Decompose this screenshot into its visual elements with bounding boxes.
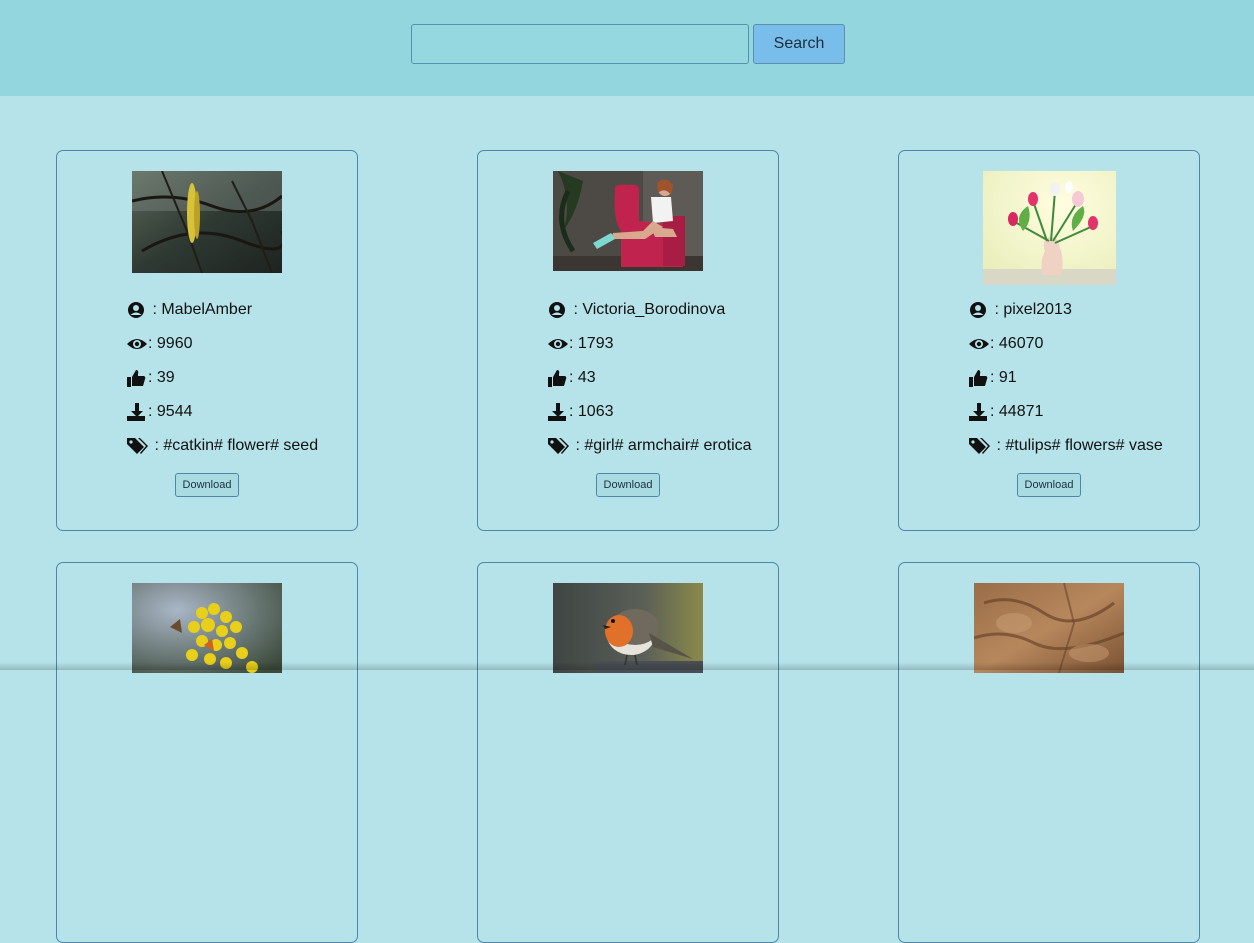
tags-row: : #girl# armchair# erotica bbox=[548, 435, 752, 457]
image-thumbnail[interactable] bbox=[553, 171, 703, 271]
downloads-count: 1063 bbox=[577, 403, 614, 420]
download-button[interactable]: Download bbox=[175, 473, 239, 497]
search-input[interactable] bbox=[411, 24, 749, 64]
image-thumbnail[interactable] bbox=[553, 583, 703, 673]
tags-row: : #tulips# flowers# vase bbox=[969, 435, 1163, 457]
search-button[interactable]: Search bbox=[753, 24, 845, 64]
downloads-row: : 44871 bbox=[969, 401, 1043, 423]
author-name: Victoria_Borodinova bbox=[582, 301, 726, 318]
download-button[interactable]: Download bbox=[1017, 473, 1081, 497]
views-row: : 46070 bbox=[969, 333, 1043, 355]
tags-text: #catkin# flower# seed bbox=[163, 437, 319, 454]
downloads-count: 44871 bbox=[998, 403, 1044, 420]
author-row: : Victoria_Borodinova bbox=[548, 299, 725, 321]
downloads-count: 9544 bbox=[156, 403, 193, 420]
views-row: : 9960 bbox=[127, 333, 192, 355]
tags-icon bbox=[548, 437, 570, 455]
image-thumbnail[interactable] bbox=[974, 583, 1124, 673]
tags-icon bbox=[969, 437, 991, 455]
scroll-shadow bbox=[0, 662, 1254, 670]
author-row: : MabelAmber bbox=[127, 299, 252, 321]
likes-count: 39 bbox=[156, 369, 175, 386]
eye-icon bbox=[548, 335, 568, 353]
image-card: : MabelAmber : 9960 : 39 : 9544 : #catki… bbox=[56, 150, 358, 531]
image-card: : Victoria_Borodinova : 1793 : 43 : 1063… bbox=[477, 150, 779, 531]
download-button[interactable]: Download bbox=[596, 473, 660, 497]
tags-icon bbox=[127, 437, 149, 455]
image-card: : pixel2013 : 46070 : 91 : 44871 : #tuli… bbox=[898, 150, 1200, 531]
author-name: MabelAmber bbox=[161, 301, 253, 318]
likes-row: : 43 bbox=[548, 367, 596, 389]
views-row: : 1793 bbox=[548, 333, 613, 355]
image-card bbox=[477, 562, 779, 943]
image-thumbnail[interactable] bbox=[132, 583, 282, 673]
tags-row: : #catkin# flower# seed bbox=[127, 435, 318, 457]
views-count: 46070 bbox=[998, 335, 1044, 352]
download-icon bbox=[548, 403, 568, 421]
thumbs-up-icon bbox=[548, 369, 568, 387]
downloads-row: : 1063 bbox=[548, 401, 613, 423]
likes-count: 91 bbox=[998, 369, 1017, 386]
image-card bbox=[898, 562, 1200, 943]
download-icon bbox=[969, 403, 989, 421]
tags-text: #tulips# flowers# vase bbox=[1005, 437, 1163, 454]
author-row: : pixel2013 bbox=[969, 299, 1072, 321]
user-circle-icon bbox=[969, 301, 989, 319]
thumbs-up-icon bbox=[127, 369, 147, 387]
image-thumbnail[interactable] bbox=[983, 171, 1116, 285]
download-icon bbox=[127, 403, 147, 421]
search-header: Search bbox=[0, 0, 1254, 96]
tags-text: #girl# armchair# erotica bbox=[584, 437, 752, 454]
image-thumbnail[interactable] bbox=[132, 171, 282, 273]
thumbs-up-icon bbox=[969, 369, 989, 387]
likes-row: : 91 bbox=[969, 367, 1017, 389]
eye-icon bbox=[969, 335, 989, 353]
author-name: pixel2013 bbox=[1003, 301, 1072, 318]
views-count: 9960 bbox=[156, 335, 193, 352]
eye-icon bbox=[127, 335, 147, 353]
likes-row: : 39 bbox=[127, 367, 175, 389]
image-card bbox=[56, 562, 358, 943]
user-circle-icon bbox=[127, 301, 147, 319]
views-count: 1793 bbox=[577, 335, 614, 352]
user-circle-icon bbox=[548, 301, 568, 319]
downloads-row: : 9544 bbox=[127, 401, 192, 423]
likes-count: 43 bbox=[577, 369, 596, 386]
